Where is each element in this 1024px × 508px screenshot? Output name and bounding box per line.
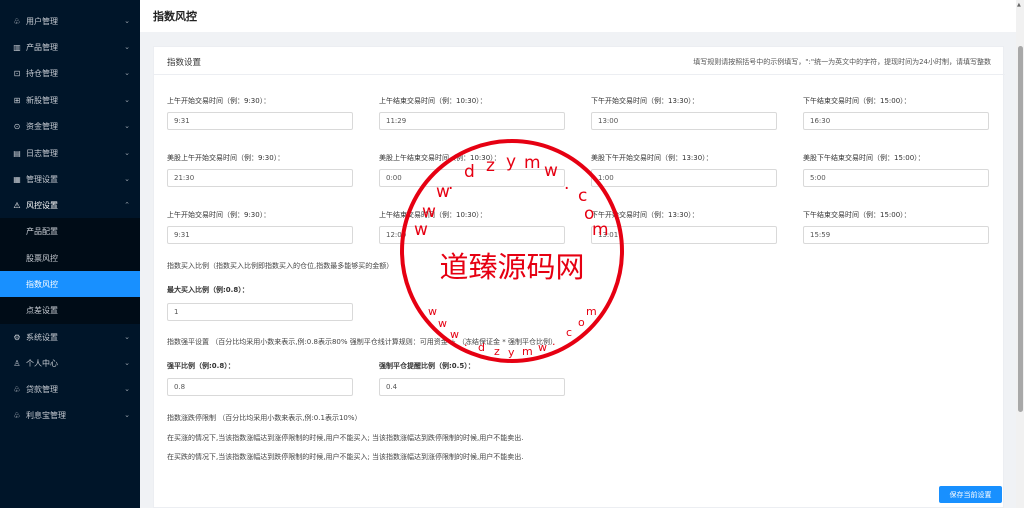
- money-icon: ⊙: [13, 121, 21, 131]
- chevron-down-icon: ⌄: [124, 359, 130, 367]
- chevron-down-icon: ⌄: [124, 333, 130, 341]
- log-icon: ▤: [13, 148, 21, 158]
- sidebar-item-profile[interactable]: ♙ 个人中心 ⌄: [0, 350, 140, 376]
- pm-start-input[interactable]: [591, 112, 777, 130]
- sidebar-item-interest[interactable]: ♧ 利息宝管理 ⌄: [0, 402, 140, 428]
- limit-rule-rise: 在买涨的情况下,当该指数涨幅达到涨停限制的时候,用户不能买入; 当该指数涨幅达到…: [167, 434, 524, 442]
- submenu-item-spread-settings[interactable]: 点差设置: [0, 297, 140, 323]
- gear-icon: ⚙: [13, 332, 21, 342]
- sidebar-item-funds[interactable]: ⊙ 资金管理 ⌄: [0, 113, 140, 139]
- sidebar-item-admin-settings[interactable]: ▦ 管理设置 ⌄: [0, 166, 140, 192]
- warning-icon: ⚠: [13, 200, 21, 210]
- sidebar-item-label: 产品管理: [26, 42, 58, 52]
- us-am-end-label: 美股上午结束交易时间（例：10:30）：: [379, 154, 501, 162]
- settings-card: 指数设置 填写规则请按照括号中的示例填写，":"统一为英文中的字符，提现时间为2…: [153, 46, 1005, 508]
- sidebar-item-ipo[interactable]: ⊞ 新股管理 ⌄: [0, 87, 140, 113]
- page-title: 指数风控: [153, 10, 197, 23]
- scrollbar[interactable]: ▲: [1016, 0, 1024, 508]
- am-end-label-2: 上午结束交易时间（例：10:30）：: [379, 211, 487, 219]
- sidebar-item-label: 用户管理: [26, 16, 58, 26]
- am-start-input[interactable]: [167, 112, 353, 130]
- chart-icon: ▥: [13, 42, 21, 52]
- pm-end-input[interactable]: [803, 112, 989, 130]
- limit-section: 指数涨跌停限制 （百分比均采用小数来表示,例:0.1表示10%）: [167, 414, 362, 422]
- loan-icon: ♧: [13, 384, 21, 394]
- pm-end-label: 下午结束交易时间（例：15:00）：: [803, 97, 911, 105]
- submenu-item-product-config[interactable]: 产品配置: [0, 218, 140, 244]
- sidebar: ♧ 用户管理 ⌄ ▥ 产品管理 ⌄ ⊡ 持仓管理 ⌄ ⊞ 新股管理 ⌄ ⊙ 资金…: [0, 0, 140, 508]
- card-title: 指数设置: [167, 58, 202, 68]
- max-buy-ratio-label: 最大买入比例（例:0.8）：: [167, 286, 249, 294]
- chevron-down-icon: ⌄: [124, 69, 130, 77]
- sidebar-item-label: 日志管理: [26, 148, 58, 158]
- am-end-input-2[interactable]: [379, 226, 565, 244]
- sidebar-item-label: 持仓管理: [26, 68, 58, 78]
- limit-rule-fall: 在买跌的情况下,当该指数涨幅达到跌停限制的时候,用户不能买入; 当该指数涨幅达到…: [167, 453, 524, 461]
- sidebar-item-label: 管理设置: [26, 174, 58, 184]
- submenu-item-index-risk[interactable]: 指数风控: [0, 271, 140, 297]
- us-am-start-input[interactable]: [167, 169, 353, 187]
- liquidation-alert-input[interactable]: [379, 378, 565, 396]
- chevron-down-icon: ⌄: [124, 96, 130, 104]
- card-hint: 填写规则请按照括号中的示例填写，":"统一为英文中的字符，提现时间为24小时制，…: [693, 58, 991, 66]
- pm-end-label-2: 下午结束交易时间（例：15:00）：: [803, 211, 911, 219]
- sidebar-item-products[interactable]: ▥ 产品管理 ⌄: [0, 34, 140, 60]
- liquidation-ratio-input[interactable]: [167, 378, 353, 396]
- chevron-down-icon: ⌄: [124, 43, 130, 51]
- chevron-down-icon: ⌄: [124, 149, 130, 157]
- am-end-input[interactable]: [379, 112, 565, 130]
- scrollbar-thumb[interactable]: [1018, 46, 1023, 412]
- liquidation-section: 指数强平设置 （百分比均采用小数来表示,例:0.8表示80% 强制平仓线计算规则…: [167, 338, 557, 346]
- am-start-input-2[interactable]: [167, 226, 353, 244]
- interest-icon: ♧: [13, 410, 21, 420]
- users-icon: ♧: [13, 16, 21, 26]
- sidebar-item-users[interactable]: ♧ 用户管理 ⌄: [0, 8, 140, 34]
- settings-icon: ▦: [13, 174, 21, 184]
- submenu-item-stock-risk[interactable]: 股票风控: [0, 245, 140, 271]
- us-pm-end-label: 美股下午结束交易时间（例：15:00）：: [803, 154, 925, 162]
- sidebar-item-system-settings[interactable]: ⚙ 系统设置 ⌄: [0, 324, 140, 350]
- chevron-down-icon: ⌄: [124, 175, 130, 183]
- new-icon: ⊞: [13, 95, 21, 105]
- us-am-start-label: 美股上午开始交易时间（例：9:30）：: [167, 154, 285, 162]
- pm-end-input-2[interactable]: [803, 226, 989, 244]
- am-start-label: 上午开始交易时间（例：9:30）：: [167, 97, 271, 105]
- us-pm-end-input[interactable]: [803, 169, 989, 187]
- chevron-down-icon: ⌄: [124, 385, 130, 393]
- sidebar-item-logs[interactable]: ▤ 日志管理 ⌄: [0, 140, 140, 166]
- buy-ratio-section: 指数买入比例（指数买入比例即指数买入的仓位,指数最多能够买的金额）: [167, 262, 394, 270]
- sidebar-item-label: 系统设置: [26, 332, 58, 342]
- us-am-end-input[interactable]: [379, 169, 565, 187]
- sidebar-item-label: 个人中心: [26, 358, 58, 368]
- sidebar-item-risk-settings[interactable]: ⚠ 风控设置 ⌃: [0, 192, 140, 218]
- us-pm-start-label: 美股下午开始交易时间（例：13:30）：: [591, 154, 713, 162]
- sidebar-item-positions[interactable]: ⊡ 持仓管理 ⌄: [0, 60, 140, 86]
- am-start-label-2: 上午开始交易时间（例：9:30）：: [167, 211, 271, 219]
- pm-start-label-2: 下午开始交易时间（例：13:30）：: [591, 211, 699, 219]
- pm-start-input-2[interactable]: [591, 226, 777, 244]
- chevron-up-icon: ⌃: [124, 201, 130, 209]
- header: 指数风控: [140, 0, 1016, 32]
- liquidation-ratio-label: 强平比例（例:0.8）：: [167, 362, 235, 370]
- sidebar-item-label: 利息宝管理: [26, 410, 66, 420]
- us-pm-start-input[interactable]: [591, 169, 777, 187]
- sidebar-item-loans[interactable]: ♧ 贷款管理 ⌄: [0, 376, 140, 402]
- sidebar-item-label: 资金管理: [26, 121, 58, 131]
- chevron-down-icon: ⌄: [124, 17, 130, 25]
- max-buy-ratio-input[interactable]: [167, 303, 353, 321]
- sidebar-item-label: 贷款管理: [26, 384, 58, 394]
- sidebar-item-label: 新股管理: [26, 95, 58, 105]
- box-icon: ⊡: [13, 68, 21, 78]
- save-settings-button[interactable]: 保存当前设置: [939, 486, 1002, 503]
- scroll-up-icon: ▲: [1017, 2, 1021, 8]
- person-icon: ♙: [13, 358, 21, 368]
- liquidation-alert-label: 强制平仓提醒比例（例:0.5）：: [379, 362, 475, 370]
- chevron-down-icon: ⌄: [124, 122, 130, 130]
- card-header: 指数设置 填写规则请按照括号中的示例填写，":"统一为英文中的字符，提现时间为2…: [154, 47, 1005, 75]
- pm-start-label: 下午开始交易时间（例：13:30）：: [591, 97, 699, 105]
- am-end-label: 上午结束交易时间（例：10:30）：: [379, 97, 487, 105]
- sidebar-item-label: 风控设置: [26, 200, 58, 210]
- chevron-down-icon: ⌄: [124, 411, 130, 419]
